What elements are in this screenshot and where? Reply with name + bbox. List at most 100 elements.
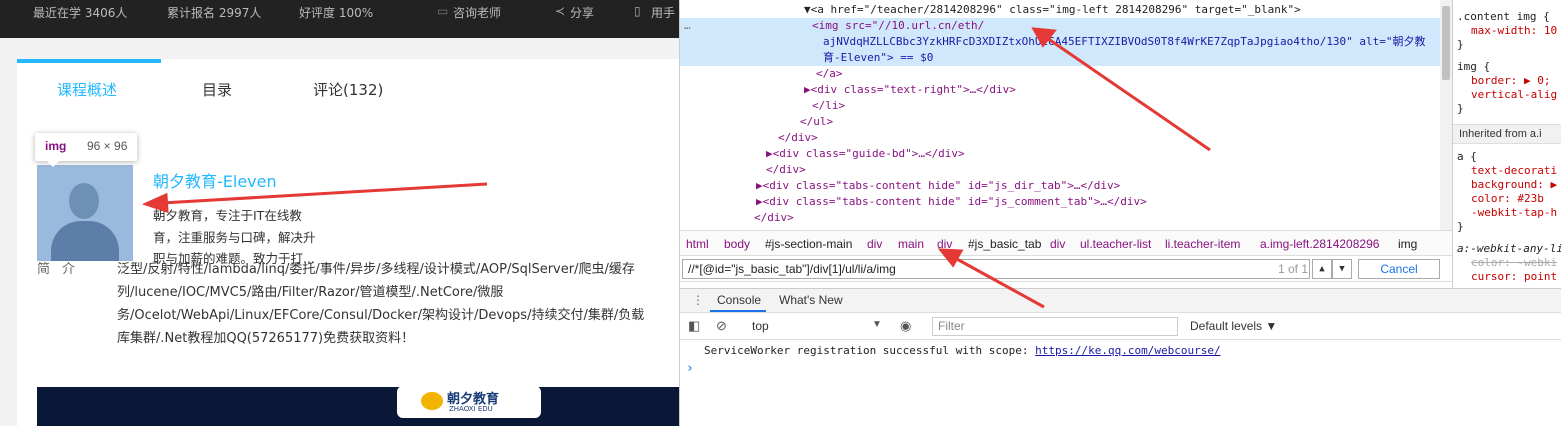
- style-close: }: [1457, 38, 1464, 51]
- breadcrumb-item[interactable]: li.teacher-item: [1165, 237, 1240, 251]
- breadcrumb-item[interactable]: main: [898, 237, 924, 251]
- inherited-header: Inherited from a.i: [1453, 124, 1561, 144]
- intro-line: 库集群/.Net教程加QQ(57265177)免费获取资料！: [117, 331, 415, 346]
- eye-icon[interactable]: ◉: [900, 318, 911, 334]
- style-prop[interactable]: cursor: point: [1471, 270, 1557, 284]
- clear-console-icon[interactable]: ⊘: [716, 318, 727, 334]
- logo-mark: [421, 392, 443, 410]
- styles-pane: .content img { max-width: 10 } img { bor…: [1452, 0, 1561, 290]
- tab-whats-new[interactable]: What's New: [779, 293, 843, 307]
- element-size-tooltip: img 96 × 96: [35, 133, 137, 167]
- dom-node-img[interactable]: <img src="//10.url.cn/eth/: [680, 18, 1440, 34]
- dom-close-li[interactable]: </li>: [680, 98, 1440, 114]
- tab-catalog[interactable]: 目录: [202, 79, 232, 100]
- console-prompt[interactable]: ›: [686, 361, 694, 376]
- breadcrumb-item[interactable]: div: [867, 237, 882, 251]
- console-filter-input[interactable]: Filter: [932, 317, 1178, 336]
- course-banner: 朝夕教育 ZHAOXI EDU: [37, 387, 679, 426]
- breadcrumb-item[interactable]: img: [1398, 237, 1417, 251]
- intro-line: 列/lucene/IOC/MVC5/路由/Filter/Razor/管道模型/.…: [117, 285, 504, 300]
- style-selector[interactable]: a {: [1457, 150, 1477, 164]
- brand-logo: 朝夕教育 ZHAOXI EDU: [397, 387, 541, 418]
- teacher-desc-line: 朝夕教育，专注于IT在线教: [153, 208, 302, 223]
- elements-tree[interactable]: ▼<a href="/teacher/2814208296" class="im…: [680, 0, 1452, 230]
- tooltip-tag: img: [45, 139, 67, 153]
- breadcrumb-item[interactable]: #js-section-main: [765, 237, 852, 251]
- breadcrumb-item[interactable]: a.img-left.2814208296: [1260, 237, 1379, 251]
- style-prop[interactable]: vertical-alig: [1471, 88, 1557, 102]
- context-select[interactable]: top: [752, 319, 769, 333]
- logo-text-en: ZHAOXI EDU: [449, 405, 493, 413]
- course-page: 最近在学 3406人 累计报名 2997人 好评度 100% ▭ 咨询老师 ≺ …: [0, 0, 679, 426]
- screenshot-root: 最近在学 3406人 累计报名 2997人 好评度 100% ▭ 咨询老师 ≺ …: [0, 0, 1561, 426]
- tooltip-size: 96 × 96: [87, 139, 128, 153]
- breadcrumb-item[interactable]: ul.teacher-list: [1080, 237, 1151, 251]
- breadcrumb-item[interactable]: html: [686, 237, 709, 251]
- dom-node-img-end[interactable]: 育-Eleven"> == $0: [680, 50, 1440, 66]
- style-prop[interactable]: -webkit-tap-h: [1471, 206, 1557, 220]
- phone-icon: ▯: [634, 4, 641, 18]
- dom-close-div[interactable]: </div>: [680, 210, 1440, 226]
- dom-close-div[interactable]: </div>: [680, 130, 1440, 146]
- avatar-body: [51, 221, 119, 261]
- mobile-link[interactable]: 用手: [651, 4, 675, 21]
- style-prop[interactable]: color: -webki: [1471, 256, 1557, 270]
- dom-close-div[interactable]: </div>: [680, 162, 1440, 178]
- course-card: 课程概述 目录 评论(132) 朝夕教育-Eleven 朝夕教育，专注于IT在线…: [17, 59, 679, 426]
- breadcrumb-item[interactable]: div: [937, 237, 952, 251]
- dom-node-img-src[interactable]: ajNVdqHZLLCBbc3YzkHRFcD3XDIZtxOhU2GA45EF…: [680, 34, 1440, 50]
- drawer-tabs: ⋮ Console What's New: [680, 289, 1561, 313]
- share-link[interactable]: 分享: [570, 4, 594, 21]
- style-prop[interactable]: color: #23b: [1471, 192, 1544, 206]
- teacher-name-link[interactable]: 朝夕教育-Eleven: [153, 168, 277, 192]
- dom-close-a[interactable]: </a>: [680, 66, 1440, 82]
- dom-node-guide-bd[interactable]: ▶<div class="guide-bd">…</div>: [680, 146, 1440, 162]
- chevron-up-icon: ▲: [1319, 264, 1325, 274]
- style-prop[interactable]: border: ▶ 0;: [1471, 74, 1550, 88]
- style-selector[interactable]: .content img {: [1457, 10, 1550, 24]
- style-prop[interactable]: max-width: 10: [1471, 24, 1557, 38]
- breadcrumb-item[interactable]: body: [724, 237, 750, 251]
- cancel-search-button[interactable]: Cancel: [1358, 259, 1440, 279]
- prev-match-button[interactable]: ▲: [1312, 259, 1332, 279]
- console-drawer: ⋮ Console What's New ◧ ⊘ top ▼ ◉ Filter …: [680, 288, 1561, 426]
- chevron-down-icon: ▼: [1339, 264, 1345, 274]
- intro-label: 简介: [37, 262, 88, 277]
- style-prop[interactable]: background: ▶: [1471, 178, 1557, 192]
- scroll-thumb[interactable]: [1442, 6, 1450, 80]
- context-dropdown-icon[interactable]: ▼: [872, 319, 882, 330]
- style-selector[interactable]: img {: [1457, 60, 1490, 74]
- intro-line: 泛型/反射/特性/lambda/linq/委托/事件/异步/多线程/设计模式/A…: [117, 262, 635, 277]
- tab-comments[interactable]: 评论(132): [313, 79, 383, 100]
- dom-node-comment-tab[interactable]: ▶<div class="tabs-content hide" id="js_c…: [680, 194, 1440, 210]
- console-tab-indicator: [710, 310, 766, 312]
- console-message-link[interactable]: https://ke.qq.com/webcourse/: [1035, 344, 1220, 357]
- style-selector[interactable]: a:-webkit-any-li: [1457, 242, 1561, 256]
- style-close: }: [1457, 220, 1464, 233]
- tab-overview[interactable]: 课程概述: [57, 79, 117, 100]
- next-match-button[interactable]: ▼: [1332, 259, 1352, 279]
- dom-node-a[interactable]: ▼<a href="/teacher/2814208296" class="im…: [680, 2, 1440, 18]
- console-message-text: ServiceWorker registration successful wi…: [704, 344, 1029, 357]
- chat-icon: ▭: [437, 4, 449, 18]
- dom-node-text-right[interactable]: ▶<div class="text-right">…</div>: [680, 82, 1440, 98]
- match-count: 1 of 1: [1278, 262, 1309, 276]
- xpath-search-input[interactable]: //*[@id="js_basic_tab"]/div[1]/ul/li/a/i…: [682, 259, 1310, 279]
- style-close: }: [1457, 102, 1464, 115]
- dom-close-ul[interactable]: </ul>: [680, 114, 1440, 130]
- breadcrumb-item[interactable]: div: [1050, 237, 1065, 251]
- breadcrumb-item[interactable]: #js_basic_tab: [968, 237, 1041, 251]
- learning-count: 最近在学 3406人: [33, 6, 128, 20]
- tab-console[interactable]: Console: [717, 293, 761, 307]
- teacher-avatar[interactable]: [37, 165, 133, 261]
- top-stats-bar: 最近在学 3406人 累计报名 2997人 好评度 100% ▭ 咨询老师 ≺ …: [0, 0, 679, 38]
- consult-teacher-link[interactable]: 咨询老师: [453, 4, 501, 21]
- console-toolbar: ◧ ⊘ top ▼ ◉ Filter Default levels ▼: [680, 313, 1561, 340]
- sidebar-toggle-icon[interactable]: ◧: [688, 318, 700, 334]
- more-icon[interactable]: ⋮: [692, 293, 704, 307]
- style-prop[interactable]: text-decorati: [1471, 164, 1557, 178]
- elements-scrollbar[interactable]: [1440, 0, 1452, 230]
- log-levels-dropdown[interactable]: Default levels ▼: [1190, 319, 1277, 333]
- breadcrumb: html body #js-section-main div main div …: [680, 230, 1452, 256]
- dom-node-dir-tab[interactable]: ▶<div class="tabs-content hide" id="js_d…: [680, 178, 1440, 194]
